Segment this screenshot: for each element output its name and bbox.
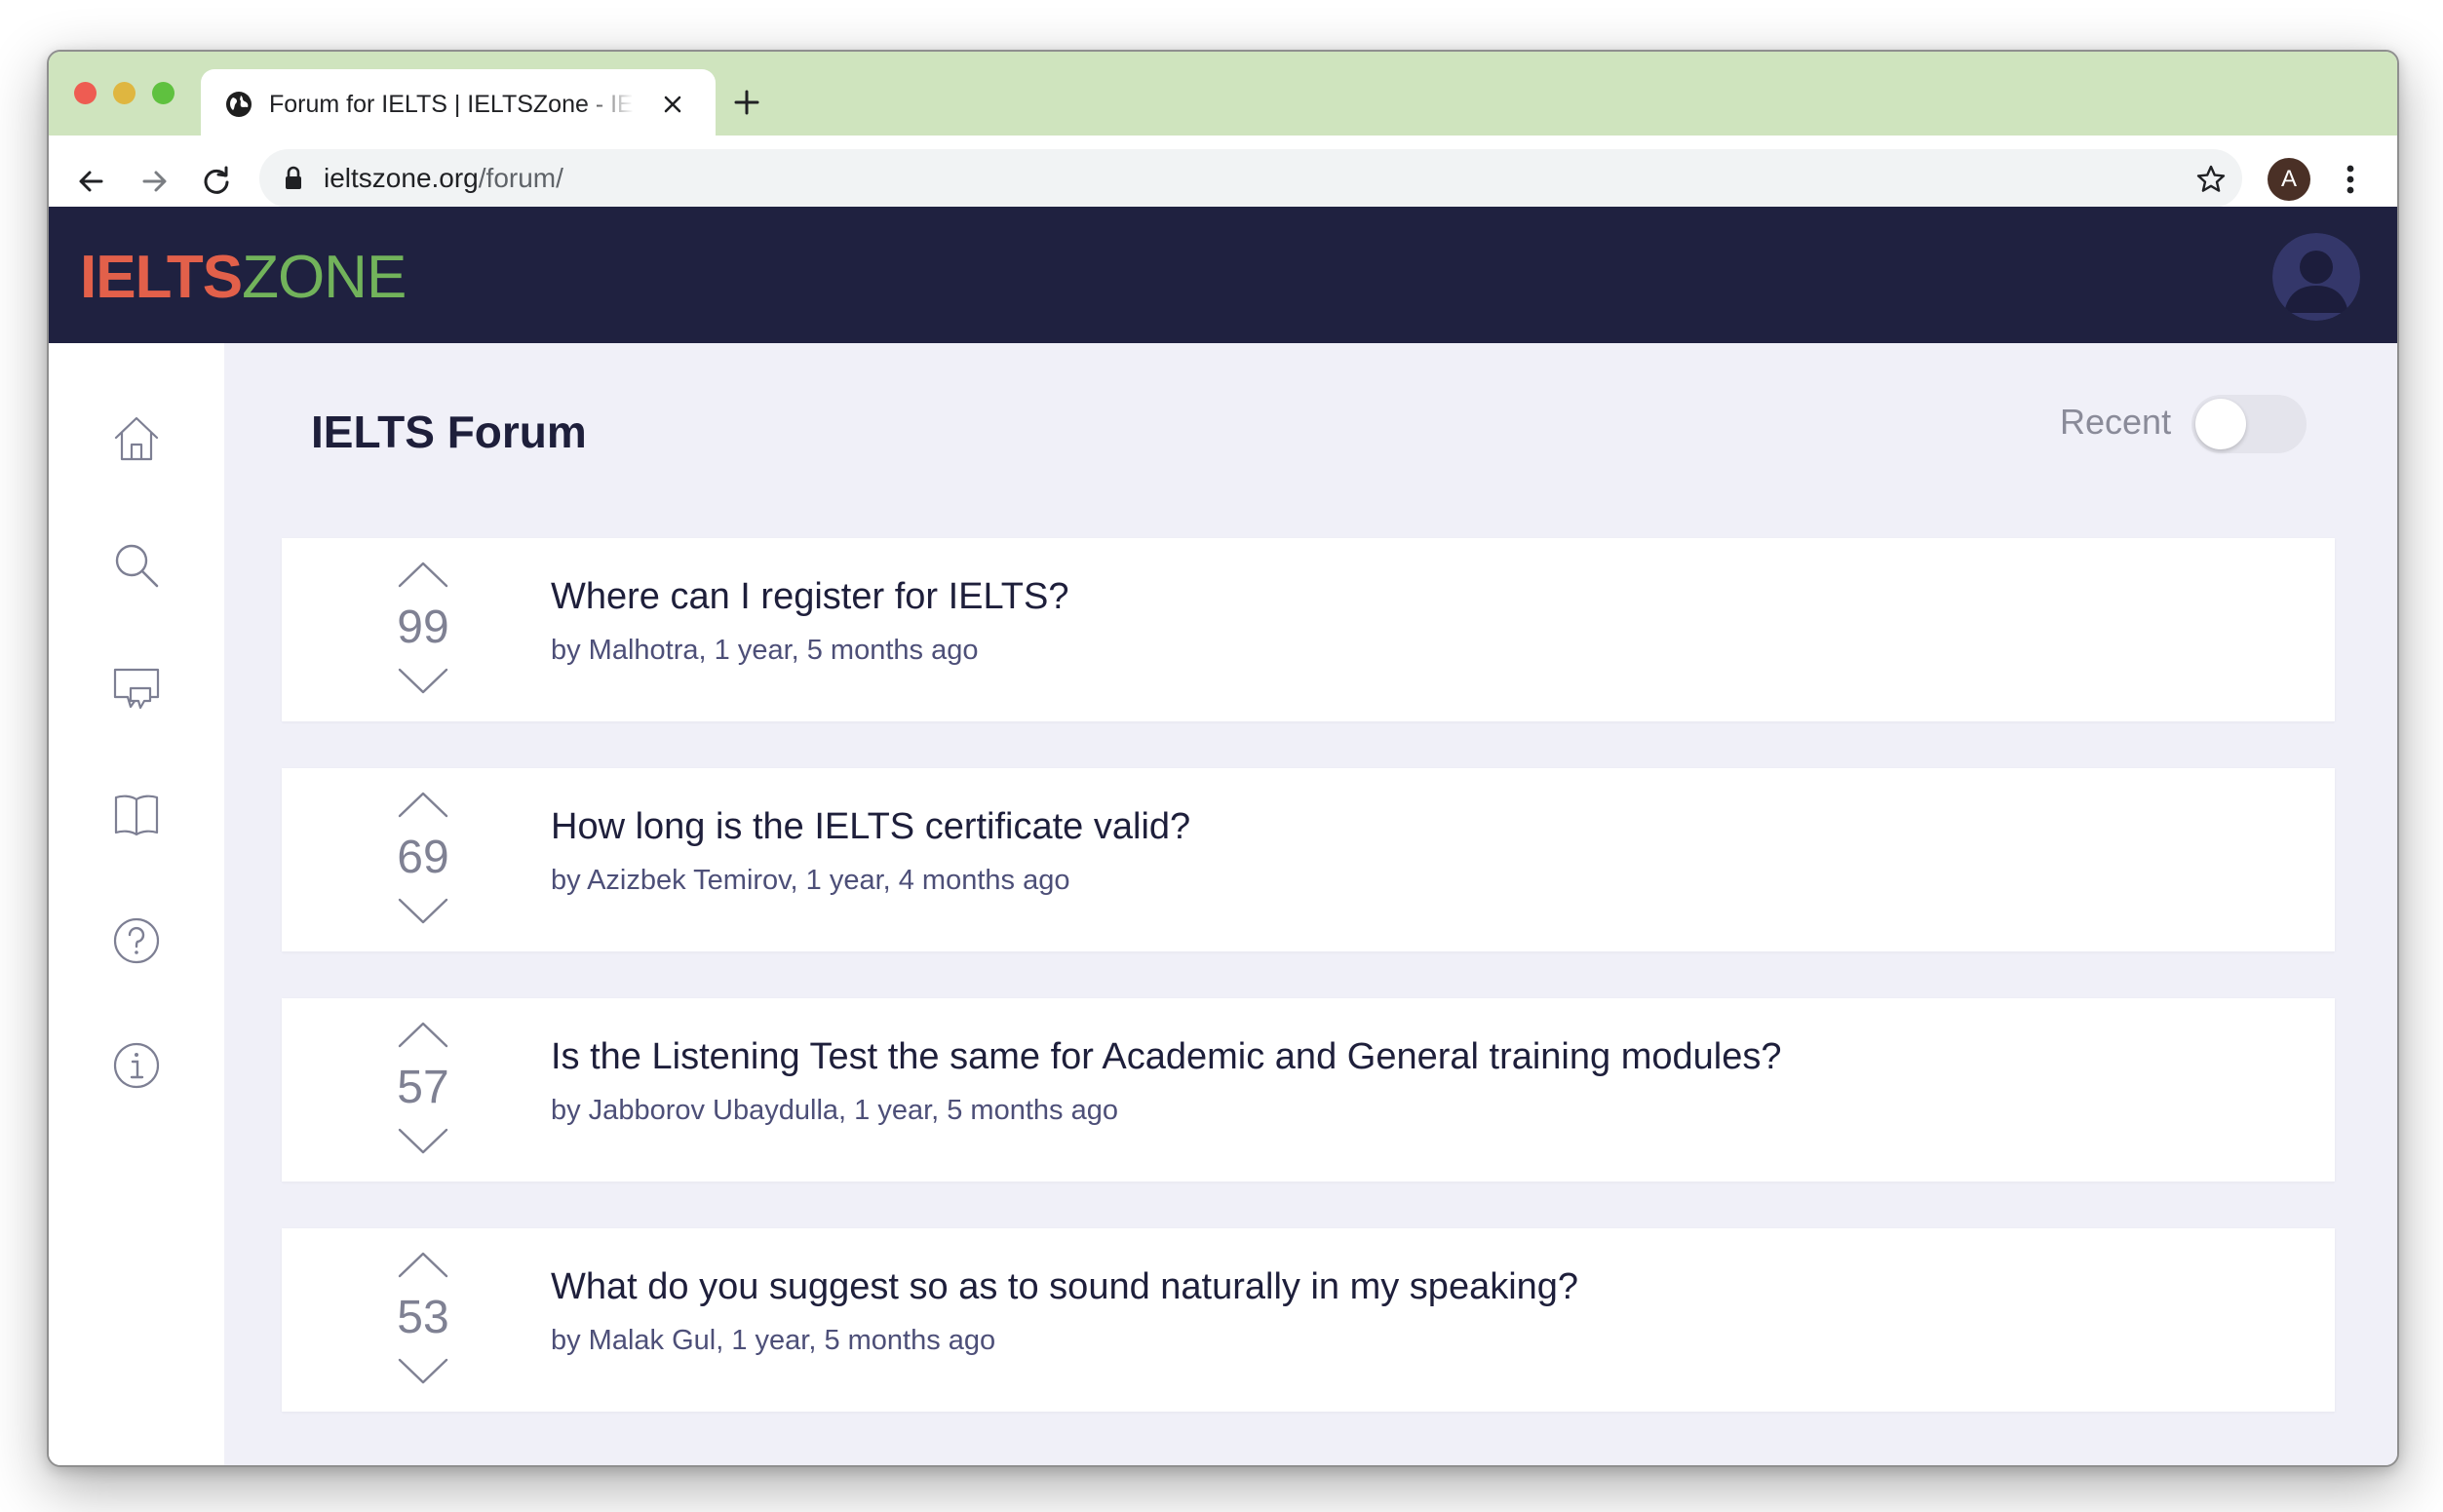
browser-window: Forum for IELTS | IELTSZone - IELTS Prep… xyxy=(47,50,2399,1467)
post-card: 53 What do you suggest so as to sound na… xyxy=(282,1228,2335,1412)
site-logo[interactable]: IELTSZONE xyxy=(80,244,407,312)
vote-widget: 53 xyxy=(389,1250,457,1396)
post-title-link[interactable]: What do you suggest so as to sound natur… xyxy=(551,1264,1578,1309)
page-title: IELTS Forum xyxy=(311,407,587,457)
user-avatar-icon[interactable] xyxy=(2272,233,2360,321)
upvote-chevron-icon[interactable] xyxy=(397,1250,449,1279)
address-bar[interactable]: ieltszone.org/forum/ xyxy=(259,149,2242,208)
more-options-icon[interactable] xyxy=(2336,160,2365,199)
post-title-link[interactable]: Is the Listening Test the same for Acade… xyxy=(551,1034,1781,1079)
post-card: 69 How long is the IELTS certificate val… xyxy=(282,768,2335,951)
upvote-chevron-icon[interactable] xyxy=(397,1020,449,1049)
tab-strip: Forum for IELTS | IELTSZone - IELTS Prep… xyxy=(49,52,2397,136)
main-content: IELTS Forum Recent 99 Where can I regist… xyxy=(224,343,2397,1465)
close-tab-icon[interactable] xyxy=(659,91,686,118)
post-meta: by Malak Gul, 1 year, 5 months ago xyxy=(551,1325,996,1356)
new-tab-icon[interactable] xyxy=(731,87,762,118)
downvote-chevron-icon[interactable] xyxy=(397,667,449,696)
post-title-link[interactable]: Where can I register for IELTS? xyxy=(551,574,1069,619)
upvote-chevron-icon[interactable] xyxy=(397,560,449,589)
maximize-window-button[interactable] xyxy=(152,82,174,104)
recent-label: Recent xyxy=(2060,402,2172,442)
toggle-knob xyxy=(2195,399,2246,449)
downvote-chevron-icon[interactable] xyxy=(397,897,449,926)
back-arrow-icon[interactable] xyxy=(72,162,111,201)
vote-count: 69 xyxy=(397,832,449,883)
bookmark-star-icon[interactable] xyxy=(2194,163,2228,196)
help-icon[interactable] xyxy=(111,915,162,966)
info-icon[interactable] xyxy=(111,1040,162,1091)
search-icon[interactable] xyxy=(111,540,162,591)
url-domain: ieltszone.org xyxy=(324,163,479,193)
forward-arrow-icon[interactable] xyxy=(135,162,174,201)
lock-icon[interactable] xyxy=(283,166,304,191)
downvote-chevron-icon[interactable] xyxy=(397,1127,449,1156)
site-header: IELTSZONE xyxy=(49,207,2397,343)
url-path: /forum/ xyxy=(478,163,563,193)
close-window-button[interactable] xyxy=(74,82,97,104)
post-meta: by Azizbek Temirov, 1 year, 4 months ago xyxy=(551,865,1070,896)
active-tab[interactable]: Forum for IELTS | IELTSZone - IELTS Prep… xyxy=(201,69,716,136)
post-card: 99 Where can I register for IELTS? by Ma… xyxy=(282,538,2335,721)
logo-ielts: IELTS xyxy=(80,244,243,311)
recent-toggle[interactable] xyxy=(2191,395,2307,453)
browser-profile-avatar[interactable]: A xyxy=(2268,158,2310,201)
url-text[interactable]: ieltszone.org/forum/ xyxy=(324,163,563,194)
vote-widget: 69 xyxy=(389,790,457,936)
home-icon[interactable] xyxy=(111,413,162,464)
post-card: 57 Is the Listening Test the same for Ac… xyxy=(282,998,2335,1182)
minimize-window-button[interactable] xyxy=(113,82,136,104)
logo-zone: ZONE xyxy=(242,244,407,311)
globe-icon xyxy=(226,92,252,117)
post-list: 99 Where can I register for IELTS? by Ma… xyxy=(282,538,2335,1458)
vote-count: 99 xyxy=(397,601,449,653)
vote-widget: 99 xyxy=(389,560,457,706)
vote-count: 53 xyxy=(397,1292,449,1343)
vote-count: 57 xyxy=(397,1062,449,1113)
upvote-chevron-icon[interactable] xyxy=(397,790,449,819)
book-icon[interactable] xyxy=(111,790,162,840)
reload-icon[interactable] xyxy=(197,162,236,201)
vote-widget: 57 xyxy=(389,1020,457,1166)
tab-title: Forum for IELTS | IELTSZone - IELTS Prep… xyxy=(269,91,634,118)
post-meta: by Jabborov Ubaydulla, 1 year, 5 months … xyxy=(551,1095,1118,1126)
post-meta: by Malhotra, 1 year, 5 months ago xyxy=(551,635,979,666)
post-title-link[interactable]: How long is the IELTS certificate valid? xyxy=(551,804,1190,849)
downvote-chevron-icon[interactable] xyxy=(397,1357,449,1386)
sidebar-nav xyxy=(49,343,224,1465)
chat-icon[interactable] xyxy=(111,665,162,716)
